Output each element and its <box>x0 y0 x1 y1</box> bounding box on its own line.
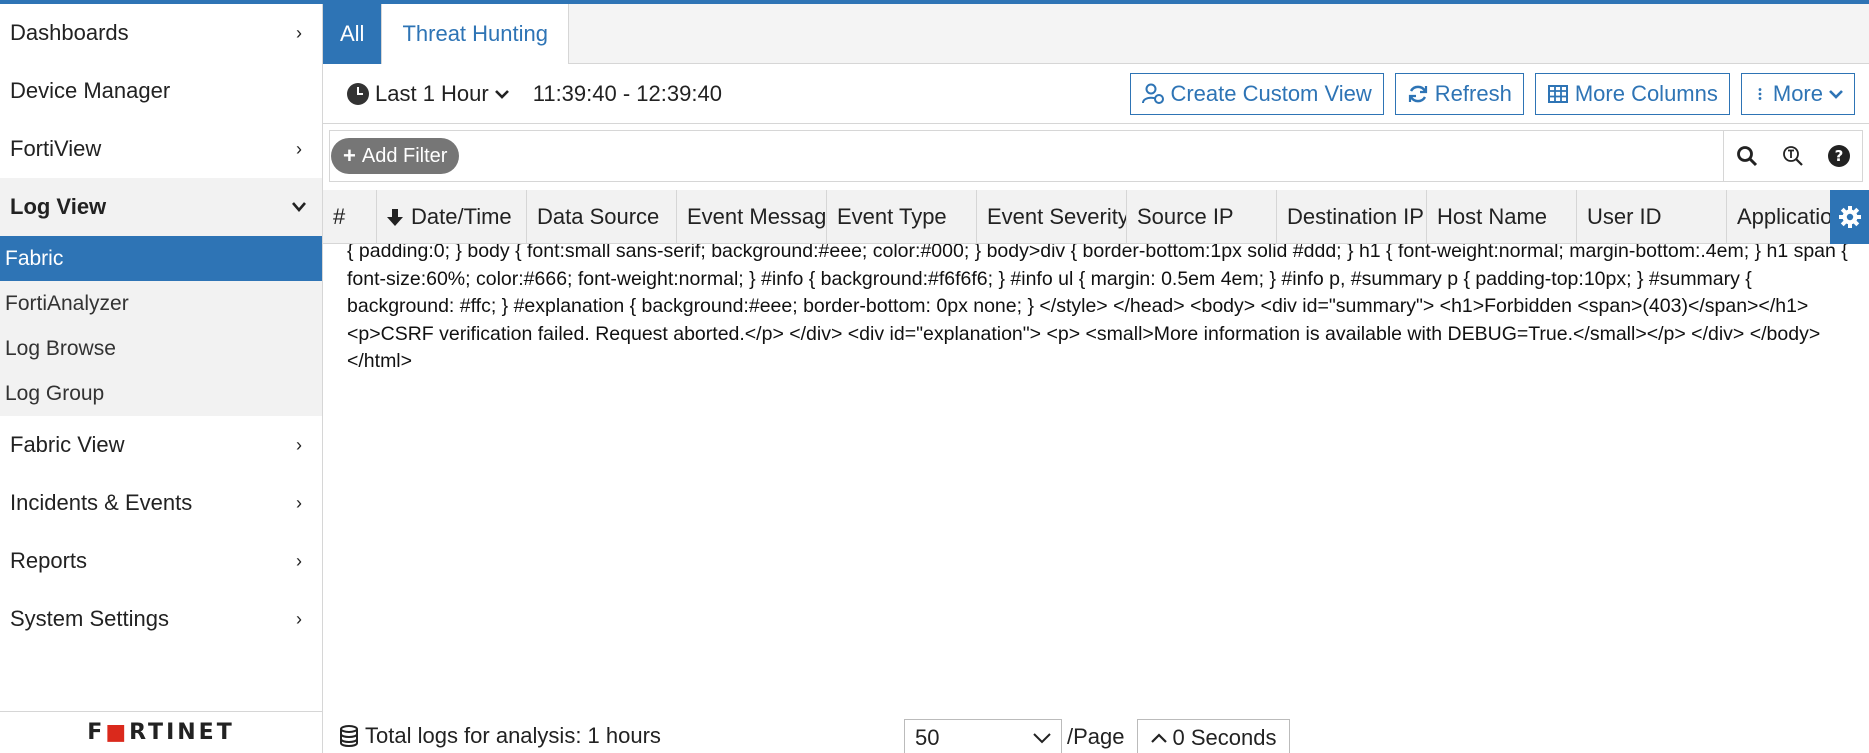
column-settings-button[interactable] <box>1830 190 1869 244</box>
filter-input[interactable] <box>459 132 1723 180</box>
plus-icon: + <box>343 143 356 168</box>
create-custom-view-button[interactable]: Create Custom View <box>1130 72 1384 115</box>
clock-icon <box>347 82 369 105</box>
table-icon <box>1547 84 1568 103</box>
add-filter-button[interactable]: + Add Filter <box>331 138 460 174</box>
chevron-down-icon <box>1829 89 1843 99</box>
sort-desc-icon <box>387 209 403 226</box>
chevron-down-icon <box>494 89 509 99</box>
more-menu-button[interactable]: More <box>1740 72 1855 115</box>
page-size-value: 50 <box>915 725 940 750</box>
tab-threat-hunting[interactable]: Threat Hunting <box>382 4 569 64</box>
column-label: Date/Time <box>411 204 512 229</box>
log-error-text: { padding:0; } body { font:small sans-se… <box>347 244 1848 372</box>
column-header-source-ip[interactable]: Source IP <box>1127 190 1277 243</box>
chevron-right-icon: › <box>296 492 302 513</box>
column-header-destination-ip[interactable]: Destination IP <box>1277 190 1427 243</box>
filter-actions: ? <box>1723 130 1862 182</box>
button-label: Refresh <box>1434 80 1512 106</box>
time-period-select[interactable]: Last 1 Hour <box>347 81 509 107</box>
refresh-button[interactable]: Refresh <box>1394 72 1524 115</box>
time-period-label: Last 1 Hour <box>375 80 489 106</box>
sidebar-item-label: System Settings <box>10 606 169 631</box>
text-search-icon[interactable] <box>1770 130 1816 182</box>
sidebar-footer: F■RTINET <box>0 711 322 753</box>
chevron-right-icon: › <box>296 22 302 43</box>
chevron-down-icon <box>1033 733 1051 744</box>
sidebar-item-label: Incidents & Events <box>10 490 193 515</box>
sidebar-item-label: FortiView <box>10 136 102 161</box>
total-logs-text: Total logs for analysis: 1 hours <box>365 723 661 748</box>
sidebar-item-dashboards[interactable]: Dashboards › <box>0 4 322 62</box>
chevron-right-icon: › <box>296 434 302 455</box>
user-view-icon <box>1142 83 1165 104</box>
log-table-header: # Date/Time Data Source Event Message Ev… <box>323 190 1869 244</box>
sidebar-item-system-settings[interactable]: System Settings › <box>0 590 322 648</box>
column-header-event-message[interactable]: Event Message <box>677 190 827 243</box>
column-header-event-severity[interactable]: Event Severity <box>977 190 1127 243</box>
sidebar-item-incidents-events[interactable]: Incidents & Events › <box>0 474 322 532</box>
chevron-down-icon <box>290 197 308 218</box>
chevron-right-icon: › <box>296 138 302 159</box>
refresh-icon <box>1408 85 1427 102</box>
button-label: More <box>1772 80 1823 106</box>
time-range-text: 11:39:40 - 12:39:40 <box>532 80 722 106</box>
chevron-up-icon <box>1150 733 1167 743</box>
column-header-datetime[interactable]: Date/Time <box>377 190 527 243</box>
sidebar-subitem-log-group[interactable]: Log Group <box>0 371 322 416</box>
sidebar-item-device-manager[interactable]: Device Manager <box>0 62 322 120</box>
gear-icon <box>1838 206 1861 228</box>
sidebar: Dashboards › Device Manager FortiView › … <box>0 4 323 753</box>
log-table-body: { padding:0; } body { font:small sans-se… <box>323 244 1869 709</box>
toolbar: Last 1 Hour 11:39:40 - 12:39:40 Create C… <box>323 64 1869 124</box>
filter-bar: + Add Filter ? <box>329 130 1863 182</box>
search-icon[interactable] <box>1724 130 1770 182</box>
sidebar-item-label: Fabric View <box>10 432 125 457</box>
tab-all[interactable]: All <box>323 4 383 64</box>
sidebar-item-log-view[interactable]: Log View <box>0 178 322 236</box>
column-header-index[interactable]: # <box>323 190 377 243</box>
column-header-host-name[interactable]: Host Name <box>1427 190 1577 243</box>
more-columns-button[interactable]: More Columns <box>1534 72 1730 115</box>
vertical-dots-icon <box>1758 87 1762 100</box>
page-size-select[interactable]: 50 <box>904 719 1062 753</box>
button-label: Add Filter <box>361 144 448 167</box>
column-header-data-source[interactable]: Data Source <box>527 190 677 243</box>
button-label: Create Custom View <box>1170 80 1372 106</box>
sidebar-item-fabric-view[interactable]: Fabric View › <box>0 416 322 474</box>
sidebar-item-label: Dashboards <box>10 20 129 45</box>
column-header-event-type[interactable]: Event Type <box>827 190 977 243</box>
chevron-right-icon: › <box>296 608 302 629</box>
tab-bar: All Threat Hunting <box>323 4 1869 64</box>
database-icon <box>340 725 358 747</box>
fortinet-logo: F■RTINET <box>87 720 235 745</box>
sidebar-item-label: Device Manager <box>10 78 171 103</box>
sidebar-subitem-fortianalyzer[interactable]: FortiAnalyzer <box>0 281 322 326</box>
per-page-label: /Page <box>1067 724 1125 749</box>
footer-bar: Total logs for analysis: 1 hours 50 /Pag… <box>323 719 1869 753</box>
help-icon[interactable]: ? <box>1816 130 1862 182</box>
sidebar-item-label: Reports <box>10 548 88 573</box>
sidebar-subitem-log-browse[interactable]: Log Browse <box>0 326 322 371</box>
main-content: All Threat Hunting Last 1 Hour 11:39:40 … <box>323 4 1869 753</box>
log-view-submenu: Fabric FortiAnalyzer Log Browse Log Grou… <box>0 236 322 416</box>
svg-text:?: ? <box>1835 147 1844 165</box>
button-label: More Columns <box>1574 80 1718 106</box>
auto-refresh-value: 0 Seconds <box>1172 725 1277 750</box>
sidebar-item-fortiview[interactable]: FortiView › <box>0 120 322 178</box>
column-header-user-id[interactable]: User ID <box>1577 190 1727 243</box>
sidebar-item-label: Log View <box>10 194 107 219</box>
auto-refresh-select[interactable]: 0 Seconds <box>1137 719 1290 753</box>
sidebar-item-reports[interactable]: Reports › <box>0 532 322 590</box>
chevron-right-icon: › <box>296 550 302 571</box>
sidebar-subitem-fabric[interactable]: Fabric <box>0 236 322 281</box>
